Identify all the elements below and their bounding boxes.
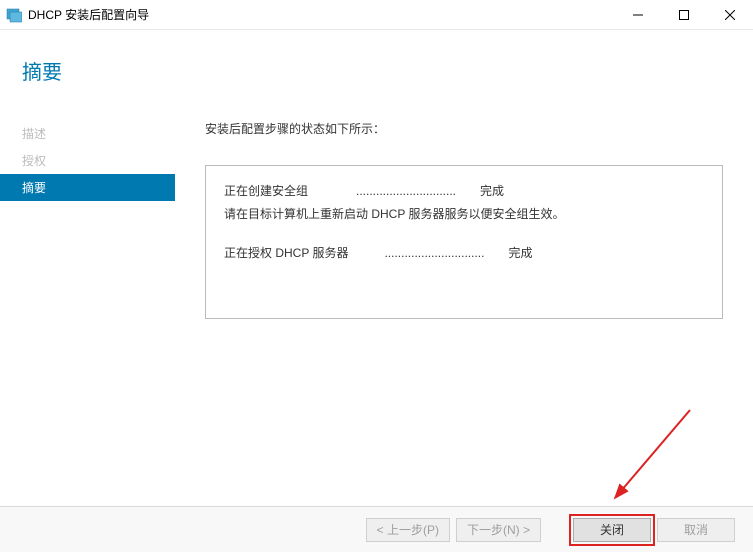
- page-title: 摘要: [22, 56, 753, 85]
- close-button[interactable]: 关闭: [573, 518, 651, 542]
- main-content: 安装后配置步骤的状态如下所示： 正在创建安全组 ................…: [175, 120, 753, 506]
- status-line: 正在授权 DHCP 服务器 ..........................…: [224, 242, 704, 265]
- status-box: 正在创建安全组 .............................. 完…: [205, 165, 723, 319]
- status-line: 请在目标计算机上重新启动 DHCP 服务器服务以便安全组生效。: [224, 203, 704, 226]
- titlebar: DHCP 安装后配置向导: [0, 0, 753, 30]
- cancel-button: 取消: [657, 518, 735, 542]
- status-spacer: [224, 226, 704, 242]
- prev-button: < 上一步(P): [366, 518, 450, 542]
- maximize-button[interactable]: [661, 0, 707, 30]
- app-icon: [6, 7, 22, 23]
- window-title: DHCP 安装后配置向导: [28, 6, 149, 23]
- minimize-button[interactable]: [615, 0, 661, 30]
- next-button: 下一步(N) >: [456, 518, 541, 542]
- window-controls: [615, 0, 753, 30]
- button-bar: < 上一步(P) 下一步(N) > 关闭 取消: [0, 506, 753, 552]
- content-area: 描述 授权 摘要 安装后配置步骤的状态如下所示： 正在创建安全组 .......…: [0, 120, 753, 506]
- sidebar-item-description[interactable]: 描述: [0, 120, 175, 147]
- sidebar: 描述 授权 摘要: [0, 120, 175, 506]
- sidebar-item-summary[interactable]: 摘要: [0, 174, 175, 201]
- sidebar-item-authorize[interactable]: 授权: [0, 147, 175, 174]
- status-line: 正在创建安全组 .............................. 完…: [224, 180, 704, 203]
- instruction-text: 安装后配置步骤的状态如下所示：: [205, 120, 723, 137]
- wizard-header: 摘要: [0, 30, 753, 120]
- close-window-button[interactable]: [707, 0, 753, 30]
